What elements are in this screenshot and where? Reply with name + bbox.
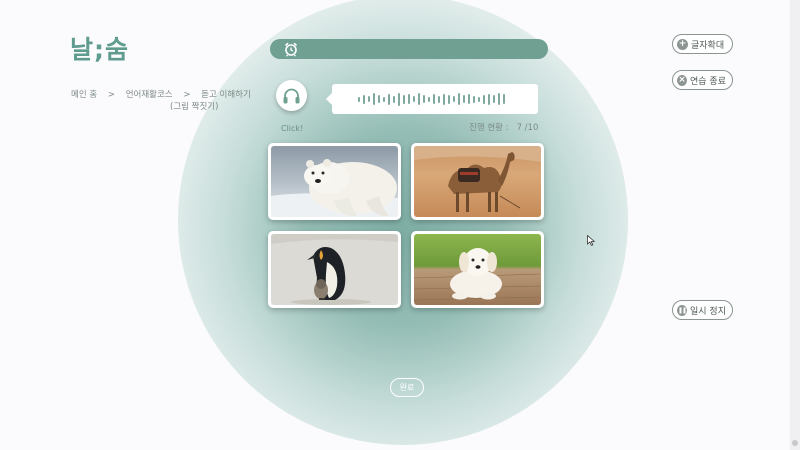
scrollbar[interactable] — [790, 0, 800, 450]
waveform-bar — [483, 94, 485, 104]
choice-card-penguin[interactable] — [268, 231, 401, 308]
choice-card-polar-bear[interactable] — [268, 143, 401, 220]
end-practice-button[interactable]: × 연습 종료 — [672, 70, 733, 90]
waveform-bar — [388, 93, 390, 105]
timer-bar — [270, 39, 548, 59]
waveform-bar — [433, 94, 435, 104]
pause-icon: ❚❚ — [677, 304, 687, 316]
mouse-cursor-icon — [587, 235, 595, 246]
breadcrumb-course[interactable]: 언어재활코스 — [126, 89, 173, 102]
waveform-bar — [443, 93, 445, 105]
click-hint: Click! — [281, 124, 304, 133]
app-logo: 날;숨 — [70, 35, 129, 64]
scrollbar-thumb[interactable] — [792, 440, 798, 446]
end-practice-label: 연습 종료 — [690, 76, 726, 87]
pause-label: 일시 정지 — [690, 306, 726, 317]
waveform-bar — [473, 95, 475, 103]
close-icon: × — [677, 74, 688, 86]
camel-image — [414, 146, 541, 217]
breadcrumb-home[interactable]: 메인 홈 — [71, 89, 97, 102]
waveform-bar — [398, 92, 400, 106]
text-zoom-label: 글자확대 — [691, 40, 725, 51]
waveform-bar — [423, 95, 425, 103]
penguin-image — [271, 234, 398, 305]
choice-card-camel[interactable] — [411, 143, 544, 220]
waveform-bar — [368, 96, 370, 102]
waveform-bar — [383, 96, 385, 102]
plus-icon: + — [677, 38, 688, 50]
play-audio-button[interactable] — [276, 80, 307, 111]
waveform-bar — [438, 95, 440, 103]
waveform-bar — [413, 96, 415, 102]
progress-value: 7 /10 — [516, 123, 539, 133]
choice-card-puppy[interactable] — [411, 231, 544, 308]
waveform-bar — [488, 93, 490, 105]
waveform-bar — [393, 95, 395, 103]
submit-button[interactable]: 완료 — [390, 378, 424, 397]
waveform-bar — [503, 94, 505, 104]
waveform-bar — [468, 94, 470, 104]
progress-label: 진행 현황 : — [469, 123, 509, 133]
puppy-image — [414, 234, 541, 305]
waveform-bar — [363, 94, 365, 104]
alarm-clock-icon — [284, 42, 298, 57]
waveform-bar — [418, 93, 420, 105]
waveform-bar — [403, 94, 405, 104]
polar-bear-image — [271, 146, 398, 217]
waveform-bar — [408, 94, 410, 104]
breadcrumb-separator: > — [107, 90, 115, 100]
waveform-bar — [358, 96, 360, 102]
waveform-bar — [458, 93, 460, 105]
waveform-bar — [478, 96, 480, 102]
pause-button[interactable]: ❚❚ 일시 정지 — [672, 300, 733, 320]
waveform-bars — [358, 92, 505, 106]
waveform-bar — [378, 95, 380, 103]
waveform-bar — [428, 96, 430, 102]
waveform-bar — [498, 93, 500, 105]
waveform-bar — [373, 93, 375, 105]
waveform-bar — [453, 96, 455, 102]
waveform-bar — [463, 95, 465, 103]
audio-waveform — [326, 84, 538, 114]
breadcrumb-exercise-sub: (그림 짝짓기) — [170, 102, 219, 112]
progress-status: 진행 현황 : 7 /10 — [469, 121, 538, 133]
breadcrumb: 메인 홈 > 언어재활코스 > 듣고 이해하기 (그림 짝짓기) — [71, 89, 251, 112]
waveform-bar — [493, 95, 495, 103]
text-zoom-button[interactable]: + 글자확대 — [672, 34, 733, 54]
headphones-icon — [283, 88, 300, 103]
waveform-bar — [448, 94, 450, 104]
